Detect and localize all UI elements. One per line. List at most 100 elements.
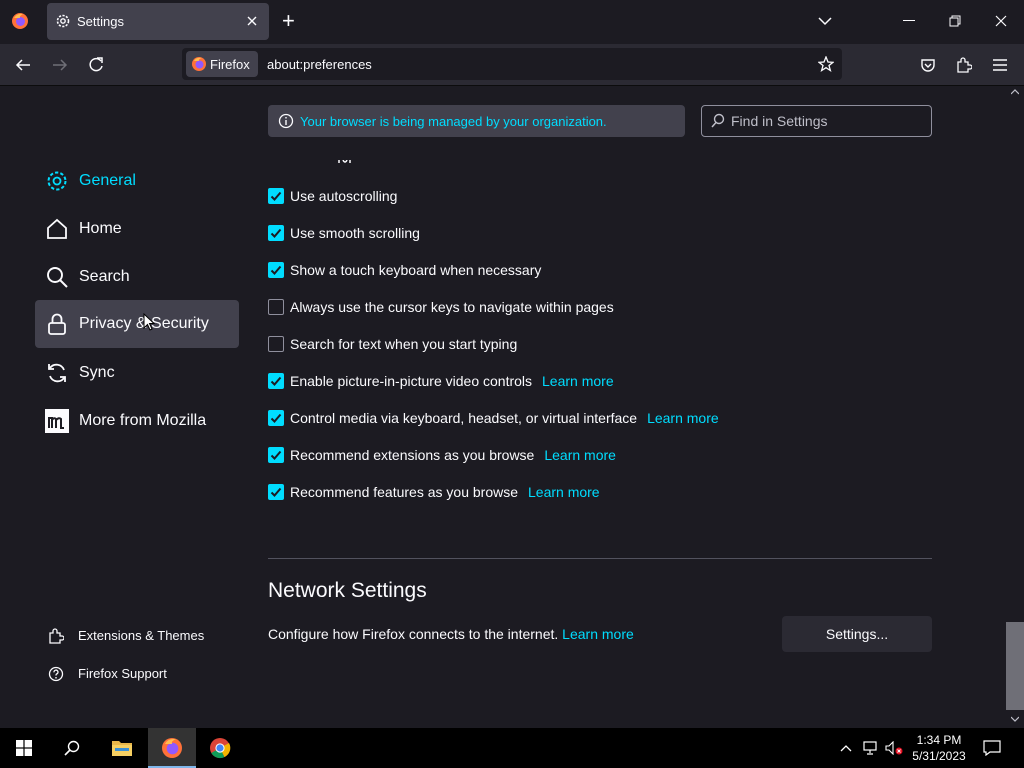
checkbox-box[interactable] bbox=[268, 373, 284, 389]
option-label: Enable picture-in-picture video controls… bbox=[290, 373, 614, 389]
option-label: Use smooth scrolling bbox=[290, 225, 420, 241]
mouse-cursor-icon bbox=[143, 313, 155, 331]
forward-icon[interactable] bbox=[52, 57, 68, 73]
checkbox-box[interactable] bbox=[268, 336, 284, 352]
option-text: Recommend features as you browse bbox=[290, 484, 518, 500]
tab-bar: Settings + bbox=[0, 0, 1024, 44]
checkmark-icon bbox=[270, 265, 282, 275]
sidebar-item-label: Home bbox=[79, 220, 122, 237]
gear-icon bbox=[45, 169, 69, 193]
search-icon bbox=[711, 113, 725, 129]
folder-icon bbox=[111, 738, 133, 758]
sidebar-item-general[interactable]: General bbox=[35, 157, 239, 205]
sidebar-item-more-from-mozilla[interactable]: More from Mozilla bbox=[35, 397, 239, 445]
firefox-menu-icon[interactable] bbox=[11, 12, 29, 30]
windows-taskbar: 1:34 PM 5/31/2023 bbox=[0, 728, 1024, 768]
windows-logo-icon bbox=[16, 740, 32, 756]
learn-more-link[interactable]: Learn more bbox=[544, 447, 616, 463]
close-tab-icon[interactable] bbox=[246, 15, 258, 27]
firefox-icon bbox=[191, 56, 207, 72]
file-explorer-button[interactable] bbox=[98, 728, 146, 768]
tab-settings[interactable]: Settings bbox=[47, 3, 269, 40]
option-text: Enable picture-in-picture video controls bbox=[290, 373, 533, 389]
option-label: Control media via keyboard, headset, or … bbox=[290, 410, 719, 426]
chrome-icon bbox=[209, 737, 231, 759]
network-learn-more-link[interactable]: Learn more bbox=[562, 626, 634, 642]
extensions-icon[interactable] bbox=[956, 56, 972, 73]
minimize-icon[interactable] bbox=[903, 20, 915, 22]
navigation-toolbar: Firefox about:preferences bbox=[0, 44, 1024, 86]
new-tab-button[interactable]: + bbox=[282, 9, 295, 33]
option-label: Recommend features as you browse Learn mo… bbox=[290, 484, 600, 500]
taskbar-chrome-button[interactable] bbox=[196, 728, 244, 768]
learn-more-link[interactable]: Learn more bbox=[528, 484, 600, 500]
checkmark-icon bbox=[270, 413, 282, 423]
section-heading-remnant bbox=[338, 160, 352, 164]
option-label: Use autoscrolling bbox=[290, 188, 398, 204]
checkmark-icon bbox=[270, 450, 282, 460]
reload-icon[interactable] bbox=[88, 57, 104, 73]
policies-notice-text: Your browser is being managed by your or… bbox=[300, 114, 607, 129]
search-icon bbox=[45, 265, 69, 289]
network-settings-button[interactable]: Settings... bbox=[782, 616, 932, 652]
policies-notice[interactable]: Your browser is being managed by your or… bbox=[268, 105, 685, 137]
firefox-icon bbox=[161, 737, 183, 759]
checkbox-box[interactable] bbox=[268, 188, 284, 204]
option-label: Show a touch keyboard when necessary bbox=[290, 262, 542, 278]
checkbox-box[interactable] bbox=[268, 447, 284, 463]
scroll-down-arrow-icon[interactable] bbox=[1011, 716, 1019, 722]
sidebar-item-home[interactable]: Home bbox=[35, 205, 239, 253]
taskbar-search-button[interactable] bbox=[48, 728, 96, 768]
url-bar[interactable]: Firefox about:preferences bbox=[182, 48, 842, 80]
url-text[interactable]: about:preferences bbox=[267, 57, 372, 72]
section-divider bbox=[268, 558, 932, 559]
system-clock[interactable]: 1:34 PM 5/31/2023 bbox=[906, 732, 972, 764]
checkmark-icon bbox=[270, 376, 282, 386]
taskbar-firefox-button[interactable] bbox=[148, 728, 196, 768]
checkmark-icon bbox=[270, 191, 282, 201]
sidebar-item-label: Sync bbox=[79, 364, 115, 381]
scrollbar-thumb[interactable] bbox=[1006, 622, 1024, 710]
checkbox-box[interactable] bbox=[268, 299, 284, 315]
clock-date: 5/31/2023 bbox=[912, 749, 966, 763]
start-button[interactable] bbox=[0, 728, 48, 768]
preferences-content: Your browser is being managed by your or… bbox=[0, 86, 1024, 728]
list-all-tabs-icon[interactable] bbox=[818, 16, 832, 26]
option-text: Recommend extensions as you browse bbox=[290, 447, 535, 463]
checkbox-box[interactable] bbox=[268, 225, 284, 241]
sidebar-item-label: More from Mozilla bbox=[79, 412, 207, 429]
network-description-text: Configure how Firefox connects to the in… bbox=[268, 626, 559, 642]
show-hidden-icons-icon[interactable] bbox=[840, 744, 852, 752]
option-label: Search for text when you start typing bbox=[290, 336, 518, 352]
mozilla-icon bbox=[45, 409, 69, 433]
notifications-icon[interactable] bbox=[983, 740, 1001, 756]
search-placeholder: Find in Settings bbox=[731, 113, 828, 129]
learn-more-link[interactable]: Learn more bbox=[647, 410, 719, 426]
volume-muted-icon[interactable] bbox=[885, 741, 903, 755]
network-icon[interactable] bbox=[863, 741, 879, 755]
checkbox-box[interactable] bbox=[268, 262, 284, 278]
bookmark-star-icon[interactable] bbox=[818, 56, 834, 72]
identity-box[interactable]: Firefox bbox=[186, 51, 258, 77]
checkbox-box[interactable] bbox=[268, 484, 284, 500]
checkmark-icon bbox=[270, 487, 282, 497]
lock-icon bbox=[45, 312, 69, 336]
puzzle-icon bbox=[48, 627, 64, 644]
search-icon bbox=[64, 740, 80, 756]
sync-icon bbox=[45, 361, 69, 385]
learn-more-link[interactable]: Learn more bbox=[542, 373, 614, 389]
close-window-icon[interactable] bbox=[995, 15, 1007, 27]
pocket-icon[interactable] bbox=[920, 57, 936, 73]
network-settings-description: Configure how Firefox connects to the in… bbox=[268, 626, 634, 642]
sidebar-item-search[interactable]: Search bbox=[35, 253, 239, 301]
sidebar-item-privacy[interactable]: Privacy & Security bbox=[35, 300, 239, 348]
hamburger-menu-icon[interactable] bbox=[992, 58, 1008, 72]
search-input[interactable]: Find in Settings bbox=[701, 105, 932, 137]
sidebar-item-sync[interactable]: Sync bbox=[35, 349, 239, 397]
option-text: Control media via keyboard, headset, or … bbox=[290, 410, 638, 426]
checkbox-box[interactable] bbox=[268, 410, 284, 426]
restore-icon[interactable] bbox=[949, 15, 961, 27]
back-icon[interactable] bbox=[15, 57, 31, 73]
clock-time: 1:34 PM bbox=[916, 733, 962, 747]
scroll-up-arrow-icon[interactable] bbox=[1011, 89, 1019, 95]
